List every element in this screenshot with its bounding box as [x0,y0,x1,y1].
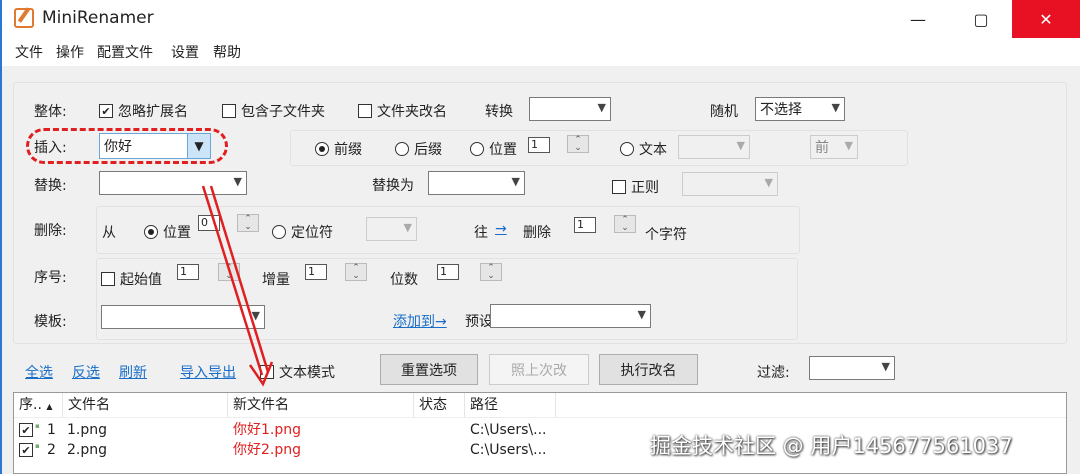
annotation-arrow [201,185,274,387]
watermark: 掘金技术社区 @ 用户145677561037 [650,434,1013,458]
